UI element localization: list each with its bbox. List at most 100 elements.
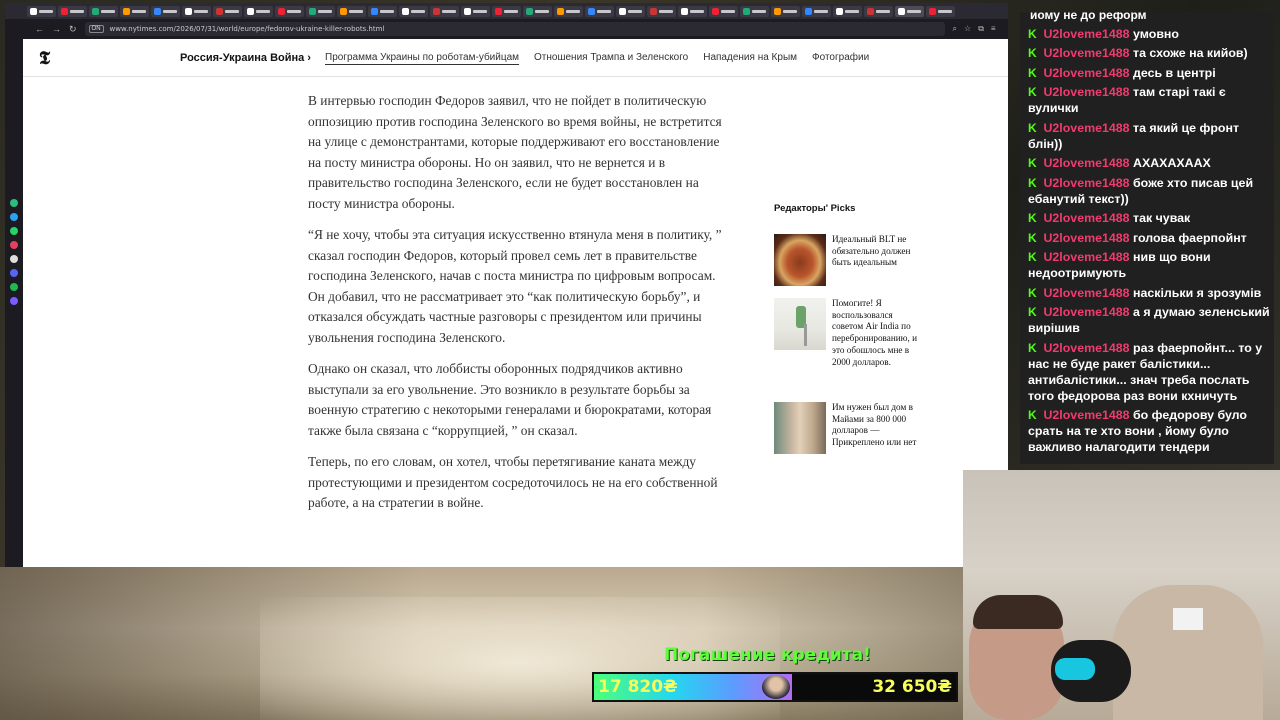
chat-username[interactable]: U2loveme1488 xyxy=(1043,121,1129,135)
subnav-link-robots[interactable]: Программа Украины по роботам-убийцам xyxy=(325,52,520,65)
pick-item[interactable]: Им нужен был дом в Майами за 800 000 дол… xyxy=(774,402,924,454)
subnav-link-trump-zelensky[interactable]: Отношения Трампа и Зеленского xyxy=(534,52,688,65)
pick-thumbnail-illustration[interactable] xyxy=(774,298,826,350)
url-input[interactable]: ON www.nytimes.com/2026/07/31/world/euro… xyxy=(84,22,945,36)
tab-title xyxy=(814,9,828,13)
instagram-icon[interactable] xyxy=(10,241,18,249)
tab-title xyxy=(628,9,642,13)
browser-tab[interactable] xyxy=(399,5,428,17)
tab-favicon-icon xyxy=(619,7,626,15)
app-icon[interactable] xyxy=(10,199,18,207)
messenger-icon[interactable] xyxy=(10,213,18,221)
browser-tab[interactable] xyxy=(678,5,707,17)
browser-tab[interactable] xyxy=(709,5,738,17)
chat-username[interactable]: U2loveme1488 xyxy=(1043,176,1129,190)
chat-username[interactable]: U2loveme1488 xyxy=(1043,286,1129,300)
tab-favicon-icon xyxy=(247,7,254,15)
back-icon[interactable]: ← xyxy=(35,24,44,34)
extensions-icon[interactable]: ⧉ xyxy=(978,24,984,34)
donation-goal-title: Погашение кредита! xyxy=(664,645,871,665)
browser-tab[interactable] xyxy=(771,5,800,17)
tab-title xyxy=(318,9,332,13)
browser-tab[interactable] xyxy=(461,5,490,17)
sub-navigation: Программа Украины по роботам-убийцам Отн… xyxy=(325,52,869,65)
pick-thumbnail-sandwich[interactable] xyxy=(774,234,826,286)
kick-badge-icon: K xyxy=(1028,285,1037,300)
tab-title xyxy=(349,9,363,13)
chat-message: K U2loveme1488 умовно xyxy=(1020,26,1274,42)
tab-title xyxy=(907,9,921,13)
browser-tab[interactable] xyxy=(554,5,583,17)
tab-title xyxy=(659,9,673,13)
browser-tab[interactable] xyxy=(337,5,366,17)
browser-tab[interactable] xyxy=(926,5,955,17)
subnav-link-crimea[interactable]: Нападения на Крым xyxy=(703,52,797,65)
chat-username[interactable]: U2loveme1488 xyxy=(1043,341,1129,355)
browser-tab[interactable] xyxy=(833,5,862,17)
zoom-icon[interactable]: ⌕ xyxy=(953,24,957,34)
article-paragraph: В интервью господин Федоров заявил, что … xyxy=(308,93,722,211)
pick-headline[interactable]: Им нужен был дом в Майами за 800 000 дол… xyxy=(832,402,924,454)
subnav-link-photos[interactable]: Фотографии xyxy=(812,52,869,65)
chat-username[interactable]: U2loveme1488 xyxy=(1043,66,1129,80)
browser-tab[interactable] xyxy=(802,5,831,17)
browser-tab[interactable] xyxy=(244,5,273,17)
chat-message: K U2loveme1488 раз фаерпойнт... то у нас… xyxy=(1020,340,1274,404)
menu-icon[interactable]: ≡ xyxy=(991,24,996,34)
chat-username[interactable]: U2loveme1488 xyxy=(1043,211,1129,225)
chat-username[interactable]: U2loveme1488 xyxy=(1043,156,1129,170)
browser-tab[interactable] xyxy=(492,5,521,17)
chat-username[interactable]: U2loveme1488 xyxy=(1043,305,1129,319)
browser-tab[interactable] xyxy=(27,5,56,17)
browser-tab[interactable] xyxy=(864,5,893,17)
chat-message: K U2loveme1488 наскільки я зрозумів xyxy=(1020,285,1274,301)
whatsapp-icon[interactable] xyxy=(10,227,18,235)
browser-tab[interactable] xyxy=(523,5,552,17)
browser-tab[interactable] xyxy=(368,5,397,17)
browser-tab[interactable] xyxy=(151,5,180,17)
browser-tab[interactable] xyxy=(58,5,87,17)
browser-tab[interactable] xyxy=(182,5,211,17)
browser-tab[interactable] xyxy=(647,5,676,17)
browser-tab[interactable] xyxy=(306,5,335,17)
browser-tab[interactable] xyxy=(89,5,118,17)
pick-headline[interactable]: Помогите! Я воспользовался советом Air I… xyxy=(832,298,924,368)
pick-thumbnail-couple[interactable] xyxy=(774,402,826,454)
chat-username[interactable]: U2loveme1488 xyxy=(1043,85,1129,99)
pick-item[interactable]: Помогите! Я воспользовался советом Air I… xyxy=(774,298,924,368)
discord-icon[interactable] xyxy=(10,269,18,277)
tab-title xyxy=(256,9,270,13)
app-icon-2[interactable] xyxy=(10,297,18,305)
tab-favicon-icon xyxy=(185,7,192,15)
spotify-icon[interactable] xyxy=(10,283,18,291)
chat-username[interactable]: U2loveme1488 xyxy=(1043,250,1129,264)
browser-tab[interactable] xyxy=(275,5,304,17)
chat-message: K U2loveme1488 бо федорову було срать на… xyxy=(1020,407,1274,455)
chat-username[interactable]: U2loveme1488 xyxy=(1043,231,1129,245)
chat-message: K U2loveme1488 та який це фронт блін)) xyxy=(1020,120,1274,152)
pick-headline[interactable]: Идеальный BLT не обязательно должен быть… xyxy=(832,234,924,286)
nyt-logo[interactable]: 𝕿 xyxy=(39,48,50,69)
browser-tab[interactable] xyxy=(213,5,242,17)
chat-message: K U2loveme1488 нив що вони недоотримують xyxy=(1020,249,1274,281)
browser-tab[interactable] xyxy=(120,5,149,17)
x-icon[interactable] xyxy=(10,255,18,263)
site-info-badge[interactable]: ON xyxy=(88,25,104,33)
browser-tab[interactable] xyxy=(585,5,614,17)
bookmark-icon[interactable]: ☆ xyxy=(964,24,971,34)
webcam-chair xyxy=(1113,585,1263,720)
browser-tab[interactable] xyxy=(430,5,459,17)
url-text[interactable]: www.nytimes.com/2026/07/31/world/europe/… xyxy=(110,25,385,33)
section-link[interactable]: Россия-Украина Война › xyxy=(180,52,311,64)
browser-tab[interactable] xyxy=(895,5,924,17)
reload-icon[interactable]: ↻ xyxy=(69,24,77,35)
nyt-article-page: 𝕿 Россия-Украина Война › Программа Украи… xyxy=(23,39,1008,567)
pick-item[interactable]: Идеальный BLT не обязательно должен быть… xyxy=(774,234,924,286)
tab-favicon-icon xyxy=(92,7,99,15)
forward-icon[interactable]: → xyxy=(52,24,61,34)
chat-username[interactable]: U2loveme1488 xyxy=(1043,408,1129,422)
browser-tab[interactable] xyxy=(616,5,645,17)
browser-tab[interactable] xyxy=(740,5,769,17)
chat-username[interactable]: U2loveme1488 xyxy=(1043,27,1129,41)
chat-username[interactable]: U2loveme1488 xyxy=(1043,46,1129,60)
